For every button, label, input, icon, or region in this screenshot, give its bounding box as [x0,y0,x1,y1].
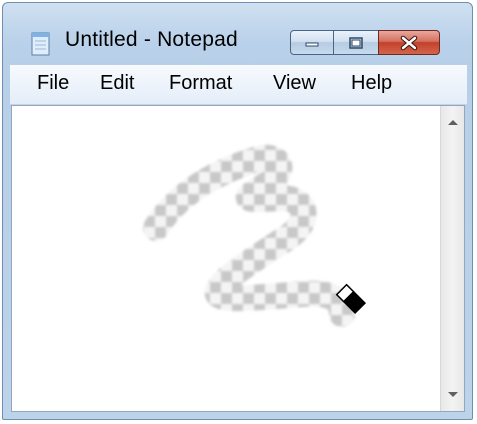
maximize-button[interactable] [333,30,379,55]
minimize-icon [305,42,319,46]
erased-stroke-canvas [143,144,367,327]
notepad-window: Untitled - Notepad File Edit Format View… [2,2,473,420]
window-title: Untitled - Notepad [65,28,238,51]
menu-bar: File Edit Format View Help [10,65,467,105]
vertical-scrollbar[interactable] [440,106,464,411]
scroll-down-arrow-icon[interactable] [448,392,458,397]
minimize-button[interactable] [290,30,334,55]
menu-view[interactable]: View [273,72,316,95]
menu-help[interactable]: Help [351,72,392,95]
title-bar[interactable]: Untitled - Notepad [3,3,472,59]
scroll-up-arrow-icon[interactable] [448,120,458,125]
maximize-icon [349,36,363,49]
notepad-icon [31,32,50,56]
menu-edit[interactable]: Edit [100,72,134,95]
close-button[interactable] [378,30,440,55]
menu-format[interactable]: Format [169,72,232,95]
text-area[interactable] [11,105,465,412]
erased-stroke [143,144,355,327]
menu-file[interactable]: File [37,72,69,95]
close-icon [400,35,418,50]
